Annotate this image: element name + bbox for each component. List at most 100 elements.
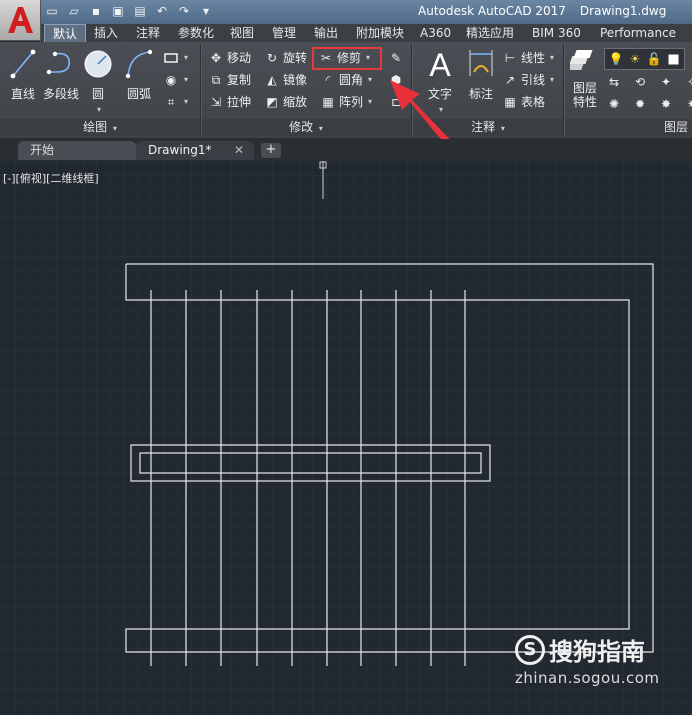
layer-properties-tool[interactable]: 图层 特性 bbox=[565, 46, 602, 109]
tab-output[interactable]: 输出 bbox=[306, 24, 346, 42]
color-swatch-icon bbox=[665, 51, 681, 67]
tab-addins[interactable]: 附加模块 bbox=[348, 24, 412, 42]
line-icon bbox=[10, 49, 36, 79]
autocad-logo-icon bbox=[8, 7, 33, 33]
line-tool[interactable]: 直线 bbox=[8, 46, 38, 102]
linear-label: 线性 bbox=[521, 51, 546, 65]
tab-parametric[interactable]: 参数化 bbox=[170, 24, 222, 42]
move-tool[interactable]: ✥ 移动 bbox=[208, 48, 251, 68]
tab-start[interactable]: 开始 bbox=[18, 141, 136, 160]
dropdown-icon[interactable]: ▾ bbox=[198, 3, 214, 19]
tab-annotate[interactable]: 注释 bbox=[128, 24, 168, 42]
file-title: Drawing1.dwg bbox=[579, 4, 667, 18]
array-label: 阵列 bbox=[339, 95, 364, 109]
new-icon[interactable]: ▭ bbox=[44, 3, 60, 19]
fillet-label: 圆角 bbox=[339, 73, 364, 87]
circle-dropdown-icon[interactable]: ▾ bbox=[97, 105, 101, 114]
hatch-tool[interactable]: ◉ ▾ bbox=[163, 70, 188, 90]
plus-icon: + bbox=[265, 142, 277, 157]
sogou-watermark: S 搜狗指南 zhinan.sogou.com bbox=[515, 632, 660, 687]
sun-icon: ☀ bbox=[629, 52, 641, 66]
copy-tool[interactable]: ⧉ 复制 bbox=[208, 70, 251, 90]
scale-tool[interactable]: ◩ 缩放 bbox=[264, 92, 307, 112]
linear-dimension-icon: ⊢ bbox=[504, 51, 516, 65]
move-icon: ✥ bbox=[210, 51, 222, 65]
print-icon[interactable]: ▤ bbox=[132, 3, 148, 19]
stretch-icon: ⇲ bbox=[210, 95, 222, 109]
redo-icon[interactable]: ↷ bbox=[176, 3, 192, 19]
copy-icon: ⧉ bbox=[211, 73, 221, 87]
tab-manage[interactable]: 管理 bbox=[264, 24, 304, 42]
tab-featured-apps[interactable]: 精选应用 bbox=[458, 24, 522, 42]
window-title: Autodesk AutoCAD 2017 Drawing1.dwg bbox=[418, 4, 666, 18]
stretch-tool[interactable]: ⇲ 拉伸 bbox=[208, 92, 251, 112]
new-tab-button[interactable]: + bbox=[261, 143, 281, 158]
open-icon[interactable]: ▱ bbox=[66, 3, 82, 19]
save-icon[interactable]: ▪ bbox=[88, 3, 104, 19]
layer-match-icon[interactable]: ⇆ bbox=[606, 74, 622, 90]
fillet-tool[interactable]: ◜ 圆角 ▾ bbox=[320, 70, 372, 90]
rotate-icon: ↻ bbox=[266, 51, 278, 65]
watermark-url: zhinan.sogou.com bbox=[515, 669, 660, 687]
leader-tool[interactable]: ↗ 引线 ▾ bbox=[502, 70, 554, 90]
layer-merge-icon[interactable]: ✷ bbox=[684, 96, 692, 112]
array-tool[interactable]: ▦ 阵列 ▾ bbox=[320, 92, 372, 112]
watermark-text: 搜狗指南 bbox=[549, 638, 645, 666]
save-as-icon[interactable]: ▣ bbox=[110, 3, 126, 19]
boundary-tool[interactable]: ⌗ ▾ bbox=[163, 92, 188, 112]
tab-a360[interactable]: A360 bbox=[412, 24, 459, 42]
application-menu-button[interactable] bbox=[0, 0, 41, 41]
ribbon-tab-bar: 默认 插入 注释 参数化 视图 管理 输出 附加模块 A360 精选应用 BIM… bbox=[40, 24, 692, 42]
rotate-label: 旋转 bbox=[283, 51, 308, 65]
boundary-icon: ⌗ bbox=[167, 95, 175, 109]
stretch-label: 拉伸 bbox=[227, 95, 252, 109]
layer-lock-icon[interactable]: ✹ bbox=[632, 96, 648, 112]
table-label: 表格 bbox=[521, 95, 546, 109]
tab-insert[interactable]: 插入 bbox=[86, 24, 126, 42]
scale-label: 缩放 bbox=[283, 95, 308, 109]
arc-label: 圆弧 bbox=[126, 87, 151, 101]
viewport-controls[interactable]: [-][俯视][二维线框] bbox=[3, 170, 99, 186]
layers-icon bbox=[565, 50, 593, 70]
rectangle-tool[interactable]: ▾ bbox=[163, 48, 188, 68]
layer-walk-icon[interactable]: ✸ bbox=[658, 96, 674, 112]
mirror-icon: ◭ bbox=[267, 73, 277, 87]
line-label: 直线 bbox=[10, 87, 35, 101]
layer-freeze-icon[interactable]: ✧ bbox=[684, 74, 692, 90]
unlock-icon: 🔓 bbox=[646, 52, 662, 66]
layer-previous-icon[interactable]: ⟲ bbox=[632, 74, 648, 90]
tab-drawing1[interactable]: Drawing1* ✕ bbox=[136, 141, 254, 160]
tab-performance[interactable]: Performance bbox=[592, 24, 684, 42]
tab-view[interactable]: 视图 bbox=[222, 24, 262, 42]
table-tool[interactable]: ▦ 表格 bbox=[502, 92, 545, 112]
tab-bim360[interactable]: BIM 360 bbox=[524, 24, 589, 42]
dimension-icon bbox=[469, 50, 493, 76]
layer-isolate-icon[interactable]: ✦ bbox=[658, 74, 674, 90]
move-label: 移动 bbox=[227, 51, 252, 65]
close-tab-icon[interactable]: ✕ bbox=[234, 141, 244, 160]
layers-panel-title[interactable]: 图层 bbox=[565, 119, 692, 136]
linear-tool[interactable]: ⊢ 线性 ▾ bbox=[502, 48, 554, 68]
tab-default[interactable]: 默认 bbox=[44, 24, 87, 42]
undo-icon[interactable]: ↶ bbox=[154, 3, 170, 19]
layer-off-icon[interactable]: ✺ bbox=[606, 96, 622, 112]
polyline-label: 多段线 bbox=[42, 87, 79, 101]
mirror-label: 镜像 bbox=[283, 73, 308, 87]
polyline-icon bbox=[46, 51, 71, 75]
layer-tools-row-1: ⇆ ⟲ ✦ ✧ bbox=[606, 72, 692, 92]
sogou-logo-icon: S bbox=[515, 634, 545, 665]
quick-access-toolbar: ▭ ▱ ▪ ▣ ▤ ↶ ↷ ▾ bbox=[44, 3, 214, 19]
polyline-tool[interactable]: 多段线 bbox=[42, 46, 80, 102]
hatch-icon: ◉ bbox=[165, 73, 177, 87]
lightbulb-icon: 💡 bbox=[608, 52, 624, 66]
mirror-tool[interactable]: ◭ 镜像 bbox=[264, 70, 307, 90]
document-tab-bar: 开始 Drawing1* ✕ + bbox=[0, 139, 692, 161]
modify-panel-title[interactable]: 修改 ▾ bbox=[202, 119, 410, 136]
circle-tool[interactable]: 圆 ▾ bbox=[82, 46, 114, 115]
layer-properties-label: 图层 特性 bbox=[572, 81, 597, 109]
layer-dropdown[interactable]: 💡 ☀ 🔓 bbox=[604, 48, 685, 70]
rotate-tool[interactable]: ↻ 旋转 bbox=[264, 48, 307, 68]
arc-tool[interactable]: 圆弧 bbox=[122, 46, 156, 102]
draw-panel-title[interactable]: 绘图 ▾ bbox=[0, 119, 200, 136]
circle-label: 圆 bbox=[91, 87, 104, 101]
